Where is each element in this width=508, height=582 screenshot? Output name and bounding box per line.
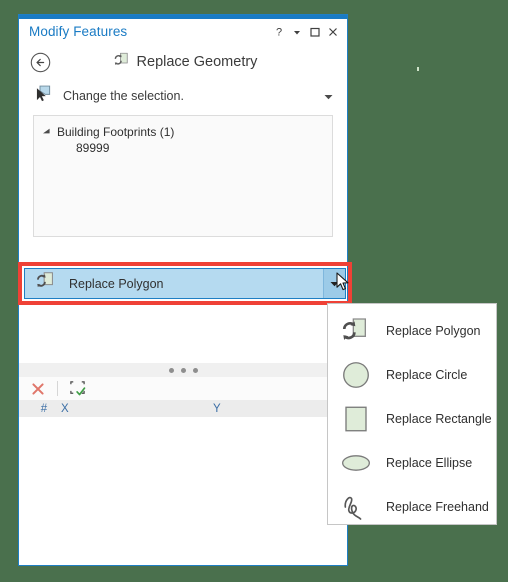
tool-header-center: Replace Geometry <box>51 51 319 74</box>
select-pointer-icon <box>33 83 54 109</box>
replace-geometry-icon <box>113 51 131 74</box>
svg-text:?: ? <box>276 26 282 38</box>
menu-item-label: Replace Rectangle <box>386 412 492 426</box>
expand-collapse-icon[interactable] <box>42 127 51 136</box>
panel-titlebar: Modify Features ? <box>19 19 347 44</box>
vertex-table-header: # X Y <box>19 401 347 417</box>
finish-sketch-icon[interactable] <box>66 379 88 399</box>
splitter-dot <box>168 367 174 373</box>
replace-geometry-dropdown-menu[interactable]: Replace Polygon Replace Circle Replace R… <box>327 303 497 525</box>
replace-rectangle-icon <box>340 403 372 435</box>
replace-polygon-dropdown-toggle[interactable] <box>323 269 345 298</box>
change-selection-row[interactable]: Change the selection. <box>19 80 347 112</box>
table-column-num[interactable]: # <box>33 403 55 415</box>
toolbar-divider <box>57 381 58 396</box>
delete-x-icon[interactable] <box>27 379 49 399</box>
panel-blank-region <box>19 306 347 363</box>
replace-polygon-icon <box>340 315 372 347</box>
vertex-toolbar <box>19 377 347 401</box>
table-column-y[interactable]: Y <box>141 403 347 415</box>
replace-freehand-icon <box>340 491 372 523</box>
tree-group-label: Building Footprints (1) <box>57 124 175 139</box>
back-arrow-icon[interactable] <box>29 51 51 73</box>
replace-polygon-button[interactable]: Replace Polygon <box>24 268 346 299</box>
tree-item-feature[interactable]: 89999 <box>40 140 326 157</box>
menu-item-label: Replace Circle <box>386 368 468 382</box>
replace-ellipse-icon <box>340 447 372 479</box>
tree-group-row[interactable]: Building Footprints (1) <box>40 123 326 140</box>
chevron-down-icon[interactable] <box>289 23 305 41</box>
menu-item-label: Replace Polygon <box>386 324 481 338</box>
panel-title: Modify Features <box>29 24 128 39</box>
maximize-icon[interactable] <box>307 23 323 41</box>
table-column-x[interactable]: X <box>55 403 141 415</box>
menu-item-replace-freehand[interactable]: Replace Freehand <box>328 485 496 529</box>
selected-features-tree[interactable]: Building Footprints (1) 89999 <box>33 115 333 237</box>
panel-splitter-handle[interactable] <box>19 363 347 377</box>
replace-circle-icon <box>340 359 372 391</box>
vertex-table-body[interactable] <box>19 417 347 565</box>
menu-item-replace-ellipse[interactable]: Replace Ellipse <box>328 441 496 485</box>
menu-item-label: Replace Ellipse <box>386 456 473 470</box>
help-icon[interactable]: ? <box>271 23 287 41</box>
replace-polygon-highlight: Replace Polygon <box>18 262 352 305</box>
tool-header-title: Replace Geometry <box>136 54 258 70</box>
tool-header: Replace Geometry <box>19 44 347 80</box>
menu-item-replace-rectangle[interactable]: Replace Rectangle <box>328 397 496 441</box>
menu-item-replace-circle[interactable]: Replace Circle <box>328 353 496 397</box>
replace-polygon-icon <box>35 270 57 297</box>
menu-item-label: Replace Freehand <box>386 500 489 514</box>
change-selection-label: Change the selection. <box>63 89 184 103</box>
replace-polygon-label: Replace Polygon <box>69 276 164 291</box>
screen-artifact <box>417 67 419 71</box>
splitter-dot <box>192 367 198 373</box>
close-icon[interactable] <box>325 23 341 41</box>
splitter-dot <box>180 367 186 373</box>
menu-item-replace-polygon[interactable]: Replace Polygon <box>328 309 496 353</box>
chevron-down-icon[interactable] <box>321 89 335 103</box>
